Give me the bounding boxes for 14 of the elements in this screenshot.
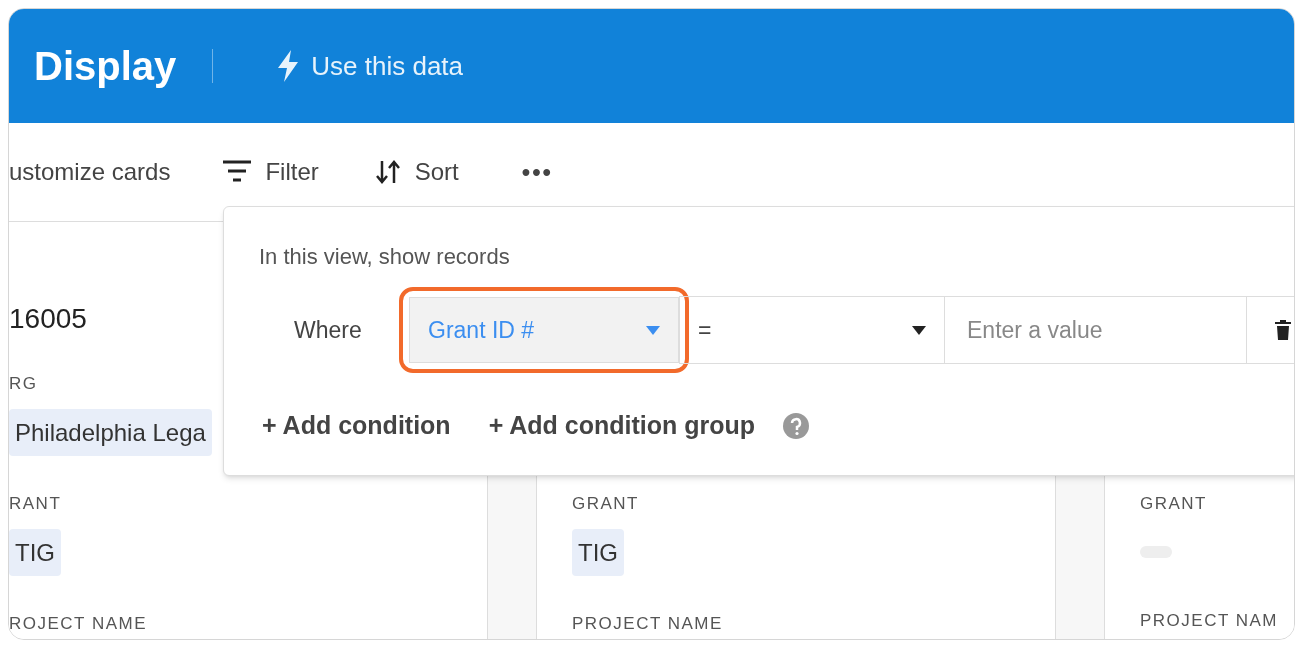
field-tag: Philadelphia Lega bbox=[9, 409, 212, 456]
field-tag: TIG bbox=[9, 529, 61, 576]
field-label: RANT bbox=[9, 494, 63, 514]
where-label: Where bbox=[294, 315, 363, 345]
field-label: GRANT bbox=[572, 494, 640, 514]
field-tag: TIG bbox=[572, 529, 624, 576]
field-label: ROJECT NAME bbox=[9, 614, 149, 634]
field-label: PROJECT NAM bbox=[1140, 611, 1280, 631]
card-title: 16005 bbox=[9, 302, 87, 336]
field-label: RG bbox=[9, 374, 39, 394]
field-label: PROJECT NAME bbox=[572, 614, 724, 634]
page-title: Display bbox=[34, 43, 177, 90]
filter-heading: In this view, show records bbox=[259, 243, 510, 271]
field-label: GRANT bbox=[1140, 494, 1208, 514]
